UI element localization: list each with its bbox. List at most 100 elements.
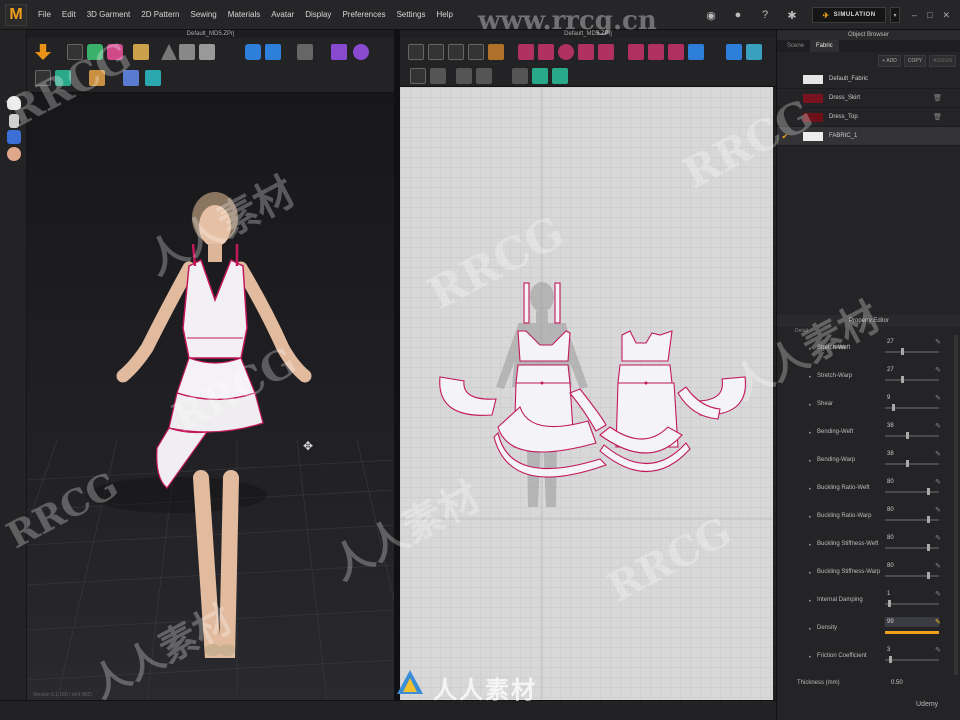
- record-icon[interactable]: ◉: [704, 8, 718, 22]
- expand-arrow-icon[interactable]: ▸: [809, 346, 812, 352]
- menu-preferences[interactable]: Preferences: [342, 10, 385, 19]
- property-section-header[interactable]: Detail: [777, 327, 960, 335]
- free-sewing-icon[interactable]: [648, 44, 664, 60]
- slider-thumb[interactable]: [888, 656, 892, 663]
- slider-thumb[interactable]: [887, 600, 891, 607]
- fabric-row[interactable]: ✔ FABRIC_1: [777, 127, 960, 146]
- add-button[interactable]: + ADD: [878, 55, 901, 67]
- fabric-row[interactable]: Default_Fabric: [777, 70, 960, 89]
- menu-file[interactable]: File: [38, 10, 51, 19]
- fabric-row[interactable]: Dress_Top 🗑: [777, 108, 960, 127]
- edit-pencil-icon[interactable]: ✎: [935, 646, 941, 654]
- show-avatar-icon[interactable]: [245, 44, 261, 60]
- property-value-field[interactable]: 27: [885, 365, 939, 375]
- edit-pencil-icon[interactable]: ✎: [935, 562, 941, 570]
- edit-pencil-icon[interactable]: ✎: [935, 506, 941, 514]
- seam-allowance-icon[interactable]: [456, 68, 472, 84]
- expand-arrow-icon[interactable]: ▸: [809, 542, 812, 548]
- thickness-value[interactable]: 0.50: [891, 680, 903, 686]
- copy-button[interactable]: COPY: [903, 55, 927, 67]
- menu-3d-garment[interactable]: 3D Garment: [87, 10, 131, 19]
- segment-sewing-icon[interactable]: [628, 44, 644, 60]
- property-value-field[interactable]: 80: [885, 505, 939, 515]
- property-value-field[interactable]: 80: [885, 561, 939, 571]
- property-slider[interactable]: [885, 572, 939, 579]
- menu-2d-pattern[interactable]: 2D Pattern: [141, 10, 179, 19]
- property-slider[interactable]: [885, 404, 939, 411]
- property-slider[interactable]: [885, 376, 939, 383]
- property-value-field[interactable]: 38: [885, 421, 939, 431]
- edit-pencil-icon[interactable]: ✎: [935, 422, 941, 430]
- simulation-dropdown-icon[interactable]: ▾: [890, 7, 900, 23]
- menu-sewing[interactable]: Sewing: [191, 10, 217, 19]
- edit-curvature-icon[interactable]: [448, 44, 464, 60]
- gear-icon[interactable]: ✱: [785, 8, 799, 22]
- edit-pencil-icon[interactable]: ✎: [935, 590, 941, 598]
- avatar-pose-icon[interactable]: [7, 130, 21, 144]
- expand-arrow-icon[interactable]: ▸: [809, 430, 812, 436]
- expand-arrow-icon[interactable]: ▸: [809, 570, 812, 576]
- edit-pencil-icon[interactable]: ✎: [935, 478, 941, 486]
- strengthen-icon[interactable]: [145, 70, 161, 86]
- property-value-field[interactable]: 27: [885, 337, 939, 347]
- menu-edit[interactable]: Edit: [62, 10, 76, 19]
- help-icon[interactable]: ?: [758, 8, 772, 22]
- slider-thumb[interactable]: [900, 376, 904, 383]
- pattern-pieces[interactable]: [400, 87, 773, 700]
- expand-arrow-icon[interactable]: ▸: [809, 374, 812, 380]
- property-value-field[interactable]: 99: [885, 617, 939, 627]
- property-slider[interactable]: [885, 460, 939, 467]
- measure-icon[interactable]: [179, 44, 195, 60]
- texture-grid-icon[interactable]: [552, 68, 568, 84]
- tack-icon[interactable]: [89, 70, 105, 86]
- pin-icon[interactable]: [161, 44, 177, 60]
- property-scrollbar[interactable]: [954, 335, 958, 675]
- property-slider[interactable]: [885, 544, 939, 551]
- fabric-row[interactable]: Dress_Skirt 🗑: [777, 89, 960, 108]
- avatar-skin-icon[interactable]: [7, 147, 21, 161]
- rotate-icon[interactable]: [353, 44, 369, 60]
- property-value-field[interactable]: 80: [885, 533, 939, 543]
- fit-view-icon[interactable]: [726, 44, 742, 60]
- polygon-icon[interactable]: [518, 44, 534, 60]
- tab-scene[interactable]: Scene: [781, 40, 810, 52]
- user-icon[interactable]: ●: [731, 8, 745, 22]
- menu-help[interactable]: Help: [436, 10, 452, 19]
- garment-select-icon[interactable]: [87, 44, 103, 60]
- avatar-measure-icon[interactable]: [199, 44, 215, 60]
- texture-icon[interactable]: [297, 44, 313, 60]
- slider-thumb[interactable]: [927, 572, 930, 579]
- property-slider[interactable]: [885, 600, 939, 607]
- edit-texture-icon[interactable]: [746, 44, 762, 60]
- property-value-field[interactable]: 1: [885, 589, 939, 599]
- trash-icon[interactable]: 🗑: [933, 113, 942, 121]
- avatar-head-icon[interactable]: [7, 96, 21, 110]
- pleat-icon[interactable]: [476, 68, 492, 84]
- fold-arrangement-icon[interactable]: [107, 44, 123, 60]
- edit-pencil-icon[interactable]: ✎: [935, 338, 941, 346]
- expand-arrow-icon[interactable]: ▸: [809, 458, 812, 464]
- avatar-body-icon[interactable]: [9, 114, 19, 128]
- curve-point-icon[interactable]: [488, 44, 504, 60]
- menu-settings[interactable]: Settings: [397, 10, 426, 19]
- select-move-icon[interactable]: [67, 44, 83, 60]
- slider-thumb[interactable]: [927, 488, 930, 495]
- trace-icon[interactable]: [410, 68, 426, 84]
- expand-arrow-icon[interactable]: ▸: [809, 402, 812, 408]
- slider-thumb[interactable]: [900, 348, 904, 355]
- slider-thumb[interactable]: [906, 432, 909, 439]
- edit-pattern-icon[interactable]: [428, 44, 444, 60]
- assign-button[interactable]: ASSIGN: [929, 55, 956, 67]
- show-garment-icon[interactable]: [265, 44, 281, 60]
- slider-thumb[interactable]: [906, 460, 909, 467]
- slider-thumb[interactable]: [927, 516, 930, 523]
- simulate-arrow-icon[interactable]: [35, 44, 51, 60]
- property-value-field[interactable]: 9: [885, 393, 939, 403]
- internal-polygon-icon[interactable]: [578, 44, 594, 60]
- circle-icon[interactable]: [558, 44, 574, 60]
- property-slider[interactable]: [885, 348, 939, 355]
- grid-icon[interactable]: [55, 70, 71, 86]
- edit-pencil-icon[interactable]: ✎: [935, 534, 941, 542]
- edit-pencil-icon[interactable]: ✎: [935, 618, 941, 626]
- expand-arrow-icon[interactable]: ▸: [809, 654, 812, 660]
